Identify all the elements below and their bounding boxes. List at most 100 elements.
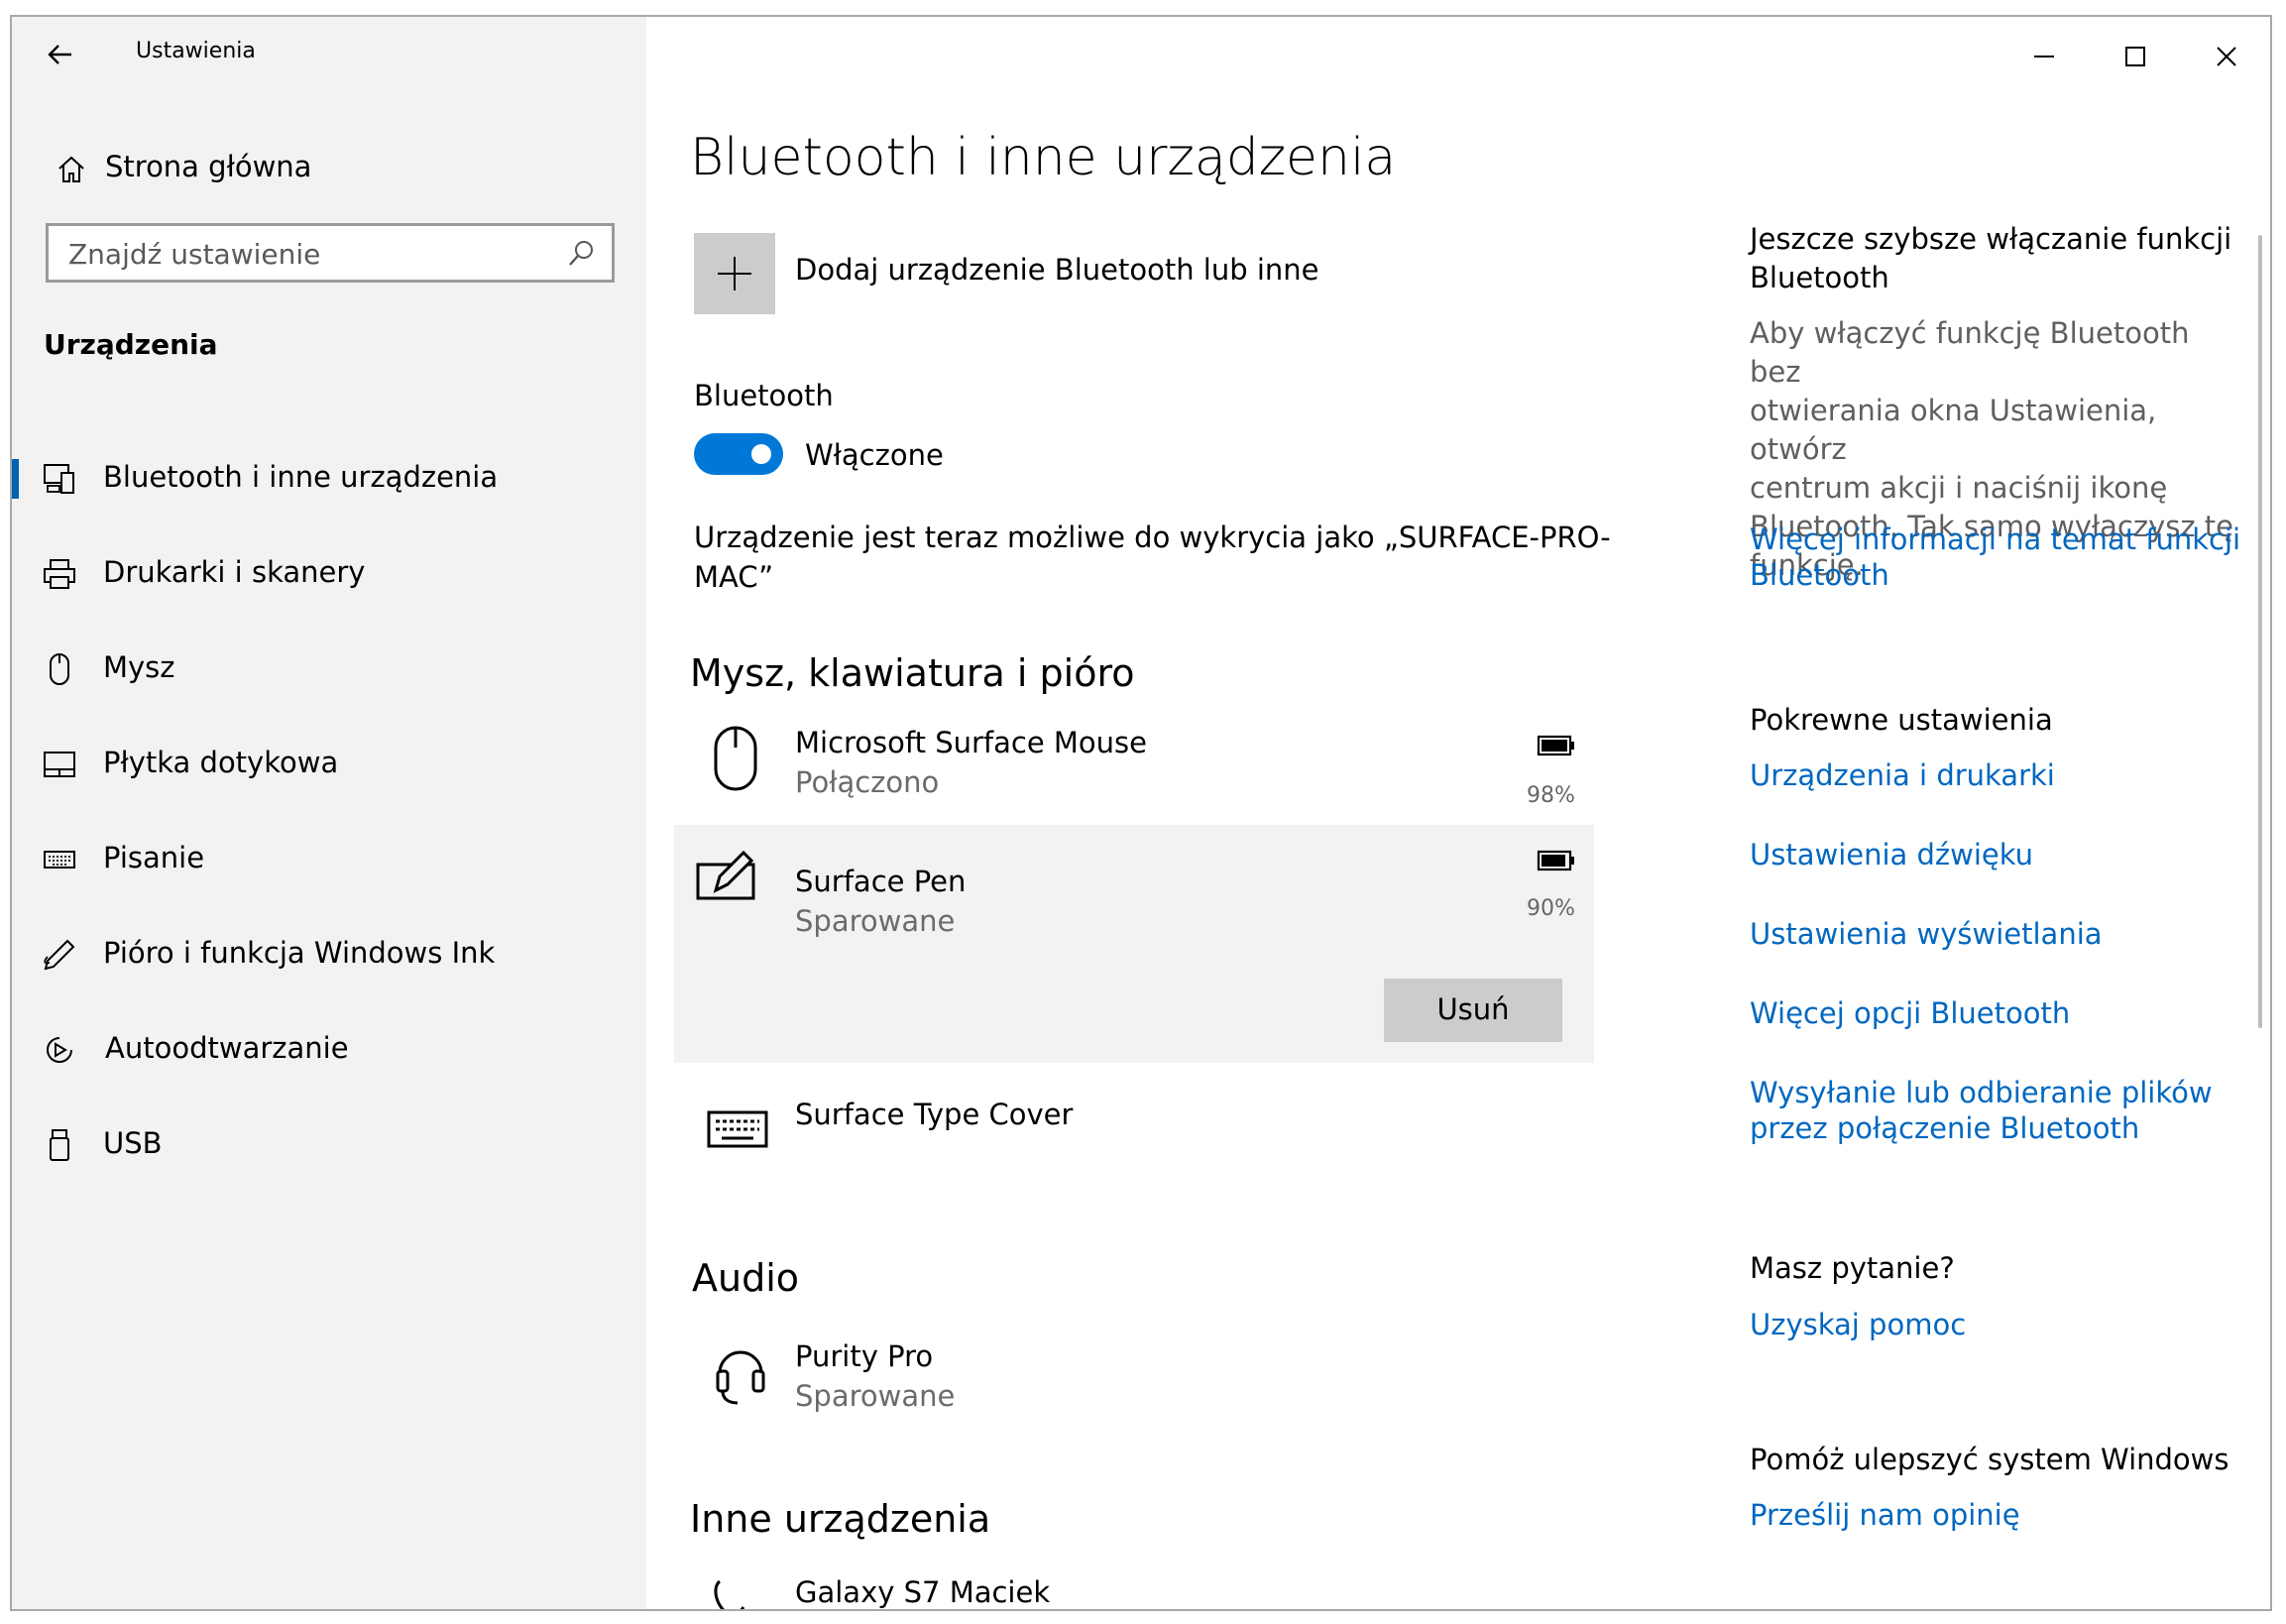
close-button[interactable]	[2207, 37, 2246, 76]
tip-body-line: otwierania okna Ustawienia, otwórz	[1750, 394, 2157, 466]
sidebar-item-mouse[interactable]: Mysz	[12, 634, 646, 703]
sidebar-item-printers[interactable]: Drukarki i skanery	[12, 538, 646, 608]
plus-icon	[718, 257, 751, 290]
maximize-icon	[2125, 47, 2145, 66]
bluetooth-label: Bluetooth	[694, 379, 834, 412]
get-help-link[interactable]: Uzyskaj pomoc	[1750, 1308, 1966, 1341]
sidebar-item-typing[interactable]: Pisanie	[12, 824, 646, 893]
device-row[interactable]: Surface Type Cover	[686, 1068, 1593, 1167]
bluetooth-toggle[interactable]	[694, 433, 783, 475]
mouse-icon	[714, 726, 757, 791]
selection-indicator	[12, 459, 19, 499]
phone-icon	[714, 1579, 745, 1609]
battery-level: 98%	[1527, 783, 1575, 808]
touchpad-icon	[44, 752, 75, 777]
sidebar-item-pen[interactable]: Pióro i funkcja Windows Ink	[12, 919, 646, 988]
more-bluetooth-options-link[interactable]: Więcej opcji Bluetooth	[1750, 996, 2070, 1030]
page-title: Bluetooth i inne urządzenia	[690, 128, 1397, 187]
device-status: Sparowane	[795, 904, 956, 938]
tip-body-line: centrum akcji i naciśnij ikonę	[1750, 471, 2168, 505]
display-settings-link[interactable]: Ustawienia wyświetlania	[1750, 917, 2103, 951]
device-row-selected[interactable]: Surface Pen Sparowane 90% Usuń	[674, 825, 1594, 1063]
sound-settings-link[interactable]: Ustawienia dźwięku	[1750, 838, 2033, 871]
pen-icon	[696, 850, 755, 900]
device-name: Surface Type Cover	[795, 1098, 1074, 1131]
device-name: Surface Pen	[795, 865, 967, 898]
home-icon	[58, 156, 84, 182]
device-row[interactable]: Microsoft Surface Mouse Połączono 98%	[686, 716, 1593, 825]
section-audio: Audio	[692, 1256, 800, 1300]
sidebar-item-label: Bluetooth i inne urządzenia	[103, 460, 499, 494]
sidebar-item-label: Pióro i funkcja Windows Ink	[103, 936, 496, 970]
battery-icon	[1537, 850, 1574, 871]
section-input-devices: Mysz, klawiatura i pióro	[690, 651, 1135, 695]
remove-device-button[interactable]: Usuń	[1384, 979, 1562, 1042]
tip-body-line: Aby włączyć funkcję Bluetooth bez	[1750, 316, 2190, 389]
sidebar-item-label: Mysz	[103, 650, 175, 684]
feedback-link[interactable]: Prześlij nam opinię	[1750, 1498, 2020, 1532]
bluetooth-devices-icon	[44, 464, 74, 494]
tip-link-line: Bluetooth	[1750, 558, 1889, 592]
autoplay-icon	[47, 1037, 72, 1063]
keyboard-icon	[707, 1110, 768, 1148]
tip-title-line-2: Bluetooth	[1750, 261, 1889, 294]
printer-icon	[44, 559, 75, 589]
add-device-label: Dodaj urządzenie Bluetooth lub inne	[795, 253, 1319, 287]
send-receive-line: Wysyłanie lub odbieranie plików	[1750, 1076, 2213, 1109]
sidebar-item-touchpad[interactable]: Płytka dotykowa	[12, 729, 646, 798]
tip-title-line-1: Jeszcze szybsze włączanie funkcji	[1750, 222, 2232, 256]
discoverable-line-1: Urządzenie jest teraz możliwe do wykryci…	[694, 521, 1611, 554]
battery-level: 90%	[1527, 896, 1575, 921]
sidebar-item-label: USB	[103, 1126, 163, 1160]
minimize-icon	[2034, 56, 2054, 58]
add-tile	[694, 233, 775, 314]
section-title: Urządzenia	[44, 328, 218, 361]
toggle-knob	[751, 444, 771, 464]
battery-icon	[1537, 735, 1574, 756]
sidebar-item-label: Płytka dotykowa	[103, 746, 339, 779]
keyboard-icon	[44, 851, 75, 869]
settings-window: Ustawienia Strona główna Znajdź ustawien…	[10, 15, 2272, 1611]
sidebar-item-label: Autoodtwarzanie	[105, 1031, 349, 1065]
add-device-button[interactable]: Dodaj urządzenie Bluetooth lub inne	[694, 233, 1388, 314]
search-placeholder: Znajdź ustawienie	[68, 238, 321, 271]
back-button[interactable]	[42, 35, 81, 74]
sidebar: Ustawienia Strona główna Znajdź ustawien…	[12, 17, 646, 1609]
sidebar-item-label: Drukarki i skanery	[103, 555, 366, 589]
sidebar-item-bluetooth[interactable]: Bluetooth i inne urządzenia	[12, 443, 646, 513]
usb-icon	[50, 1129, 69, 1161]
device-name: Galaxy S7 Maciek	[795, 1575, 1051, 1609]
sidebar-item-usb[interactable]: USB	[12, 1109, 646, 1179]
section-other-devices: Inne urządzenia	[690, 1497, 991, 1541]
home-link[interactable]: Strona główna	[42, 144, 438, 193]
discoverable-line-2: MAC”	[694, 560, 774, 594]
close-icon	[2217, 47, 2236, 66]
tip-more-info-link[interactable]: Więcej informacji na temat funkcji Bluet…	[1750, 522, 2240, 592]
pen-icon	[44, 939, 75, 971]
home-label: Strona główna	[105, 150, 312, 183]
remove-label: Usuń	[1436, 992, 1510, 1026]
search-icon	[569, 241, 593, 266]
mouse-icon	[50, 653, 69, 685]
device-row[interactable]: Galaxy S7 Maciek	[686, 1564, 1593, 1609]
window-title: Ustawienia	[136, 39, 256, 63]
headset-icon	[716, 1350, 765, 1405]
devices-printers-link[interactable]: Urządzenia i drukarki	[1750, 758, 2055, 792]
sidebar-item-autoplay[interactable]: Autoodtwarzanie	[12, 1014, 646, 1084]
scrollbar[interactable]	[2258, 235, 2262, 1028]
device-status: Sparowane	[795, 1379, 956, 1413]
back-arrow-icon	[48, 45, 71, 64]
device-name: Microsoft Surface Mouse	[795, 726, 1147, 759]
device-row[interactable]: Purity Pro Sparowane	[686, 1326, 1593, 1425]
question-title: Masz pytanie?	[1750, 1251, 1955, 1285]
search-box[interactable]: Znajdź ustawienie	[46, 223, 615, 283]
send-receive-line: przez połączenie Bluetooth	[1750, 1111, 2140, 1145]
maximize-button[interactable]	[2115, 37, 2155, 76]
send-receive-files-link[interactable]: Wysyłanie lub odbieranie plików przez po…	[1750, 1076, 2213, 1145]
device-name: Purity Pro	[795, 1339, 934, 1373]
toggle-state: Włączone	[805, 438, 944, 472]
minimize-button[interactable]	[2024, 37, 2064, 76]
sidebar-item-label: Pisanie	[103, 841, 205, 874]
tip-link-line: Więcej informacji na temat funkcji	[1750, 522, 2241, 556]
device-status: Połączono	[795, 765, 940, 799]
